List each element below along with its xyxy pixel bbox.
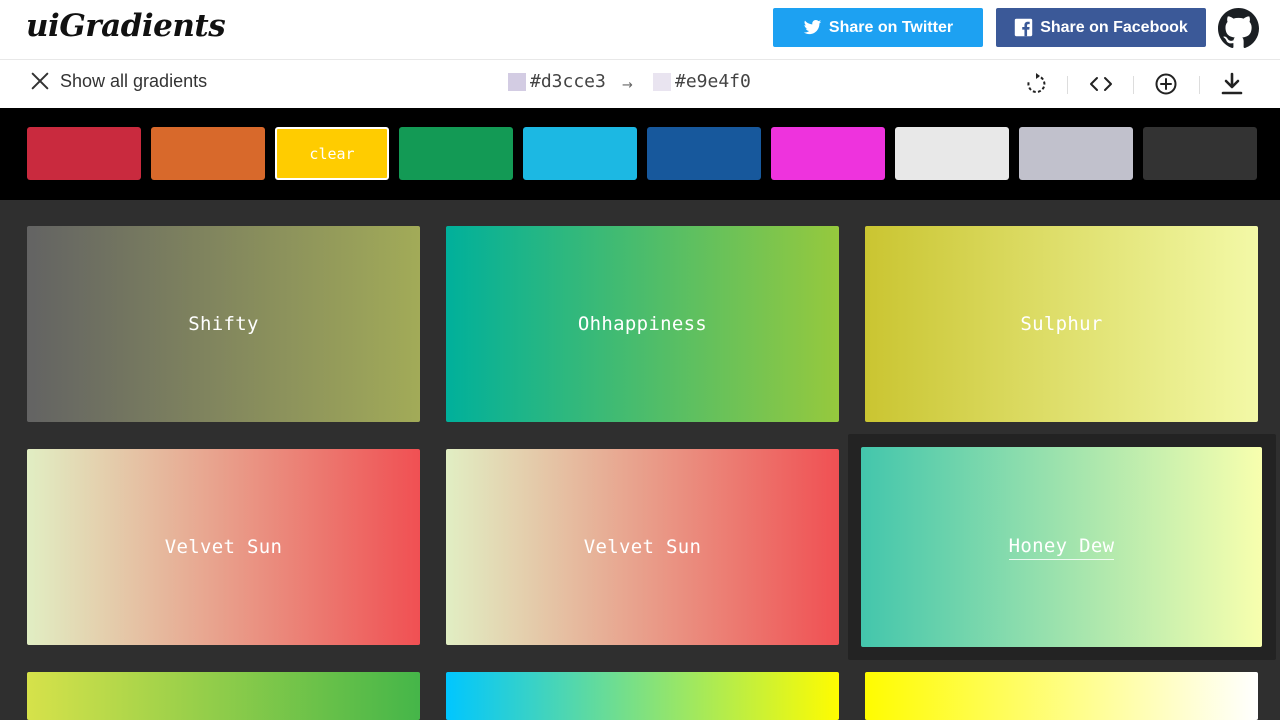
filter-grey[interactable] (1019, 127, 1133, 180)
color-to[interactable]: #e9e4f0 (653, 71, 751, 92)
filter-yellow-clear[interactable]: clear (275, 127, 389, 180)
gradient-card[interactable] (865, 672, 1258, 720)
show-all-gradients-label: Show all gradients (60, 70, 208, 91)
gradient-card[interactable] (27, 672, 420, 720)
app-logo[interactable]: uiGradients (26, 8, 226, 44)
toolbar-divider (1067, 76, 1068, 94)
gradient-name: Sulphur (1020, 313, 1103, 335)
download-gradient-button[interactable] (1220, 72, 1244, 96)
filter-green[interactable] (399, 127, 513, 180)
filter-black[interactable] (1143, 127, 1257, 180)
gradient-name: Honey Dew (1008, 535, 1115, 560)
gradient-card[interactable]: Ohhappiness (446, 226, 839, 422)
gradient-card[interactable] (446, 672, 839, 720)
github-link[interactable] (1218, 8, 1259, 49)
filter-orange[interactable] (151, 127, 265, 180)
toolbar-divider (1199, 76, 1200, 94)
filter-blue[interactable] (647, 127, 761, 180)
gradient-card[interactable]: Velvet Sun (446, 449, 839, 645)
gradient-card[interactable]: Shifty (27, 226, 420, 422)
toolbar-divider (1133, 76, 1134, 94)
color-filter-bar: clear (0, 108, 1280, 200)
color-to-swatch (653, 72, 671, 91)
github-icon (1218, 8, 1259, 48)
color-from-value: #d3cce3 (530, 71, 606, 92)
gradient-toolbar: Show all gradients #d3cce3 → #e9e4f0 (0, 60, 1280, 108)
add-circle-icon (1155, 73, 1177, 95)
gradient-card[interactable]: Sulphur (865, 226, 1258, 422)
share-twitter-label: Share on Twitter (828, 18, 954, 36)
filter-magenta[interactable] (771, 127, 885, 180)
close-icon (31, 72, 49, 90)
gradient-name: Ohhappiness (577, 313, 708, 335)
filter-white[interactable] (895, 127, 1009, 180)
gradient-name: Velvet Sun (583, 536, 702, 558)
facebook-icon (1014, 18, 1033, 37)
color-from-swatch (508, 72, 526, 91)
color-from[interactable]: #d3cce3 (508, 71, 606, 92)
get-css-button[interactable] (1089, 72, 1113, 96)
add-gradient-button[interactable] (1154, 72, 1178, 96)
twitter-icon (803, 19, 822, 35)
gradient-card[interactable]: Velvet Sun (27, 449, 420, 645)
filter-cyan[interactable] (523, 127, 637, 180)
rotate-icon (1027, 73, 1046, 93)
download-icon (1221, 72, 1243, 95)
filter-red[interactable] (27, 127, 141, 180)
share-facebook-button[interactable]: Share on Facebook (996, 8, 1206, 47)
share-twitter-button[interactable]: Share on Twitter (773, 8, 983, 47)
show-all-gradients-button[interactable]: Show all gradients (29, 70, 207, 92)
gradient-card[interactable]: Honey Dew (861, 447, 1262, 647)
code-icon (1090, 77, 1112, 91)
share-facebook-label: Share on Facebook (1040, 18, 1188, 36)
rotate-gradient-button[interactable] (1024, 72, 1048, 96)
gradient-direction-arrow: → (622, 78, 633, 93)
gradient-name: Velvet Sun (164, 536, 283, 558)
top-bar: uiGradients Share on Twitter Share on Fa… (0, 0, 1280, 60)
gradient-name: Shifty (188, 313, 259, 335)
color-to-value: #e9e4f0 (675, 71, 751, 92)
